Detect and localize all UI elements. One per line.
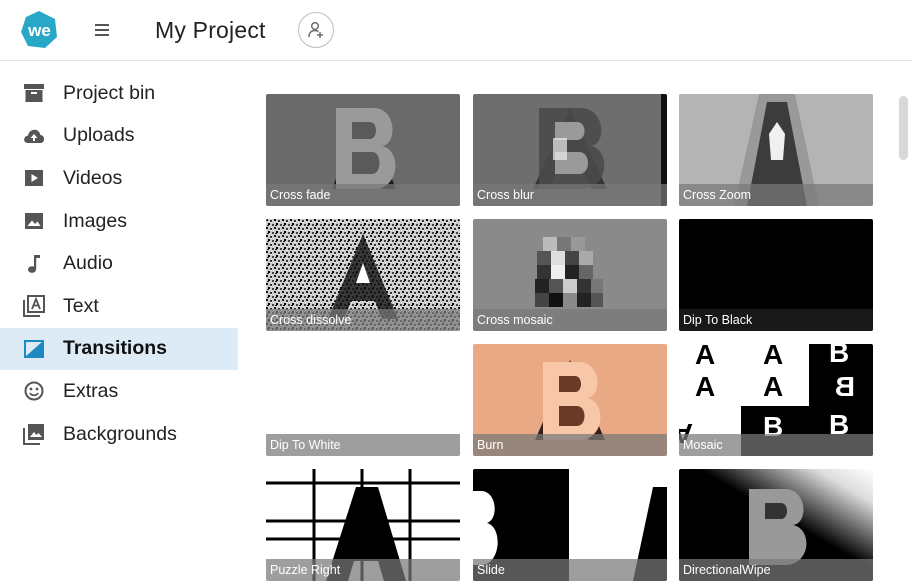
sidebar-item-label: Images <box>63 209 127 232</box>
transition-tile-puzzle-right[interactable]: Puzzle Right <box>266 469 460 581</box>
transition-label: Dip To Black <box>679 309 873 331</box>
sidebar-item-label: Transitions <box>63 337 168 360</box>
smiley-icon <box>22 379 46 403</box>
transition-label: Cross dissolve <box>266 309 460 331</box>
logo[interactable]: we <box>19 10 60 50</box>
transition-tile-dip-to-white[interactable]: Dip To White <box>266 344 460 456</box>
add-user-icon <box>308 22 323 38</box>
transition-label: Cross fade <box>266 184 460 206</box>
sidebar-item-audio[interactable]: Audio <box>0 242 238 285</box>
transition-tile-burn[interactable]: Burn <box>473 344 667 456</box>
transition-label: Cross blur <box>473 184 667 206</box>
image-icon <box>22 209 46 233</box>
transition-label: Puzzle Right <box>266 559 460 581</box>
svg-text:B: B <box>829 344 849 368</box>
transition-label: DirectionalWipe <box>679 559 873 581</box>
sidebar-item-uploads[interactable]: Uploads <box>0 115 238 158</box>
sidebar-item-label: Text <box>63 294 99 317</box>
transition-label: Dip To White <box>266 434 460 456</box>
sidebar-item-label: Videos <box>63 166 123 189</box>
transition-icon <box>22 337 46 361</box>
add-collaborator-button[interactable] <box>298 12 334 48</box>
sidebar-item-label: Extras <box>63 379 119 402</box>
transition-tile-cross-zoom[interactable]: Cross Zoom <box>679 94 873 206</box>
scrollbar-thumb[interactable] <box>899 96 908 160</box>
project-title[interactable]: My Project <box>155 17 266 44</box>
video-play-icon <box>22 166 46 190</box>
sidebar-item-videos[interactable]: Videos <box>0 157 238 200</box>
svg-text:A: A <box>763 344 783 370</box>
transition-tile-slide[interactable]: Slide <box>473 469 667 581</box>
transition-tile-mosaic[interactable]: A A A A A B B B B Mosaic <box>679 344 873 456</box>
transition-tile-cross-blur[interactable]: Cross blur <box>473 94 667 206</box>
sidebar-item-images[interactable]: Images <box>0 200 238 243</box>
music-note-icon <box>22 252 46 276</box>
transition-tile-cross-mosaic[interactable]: Cross mosaic <box>473 219 667 331</box>
transition-tile-directional-wipe[interactable]: DirectionalWipe <box>679 469 873 581</box>
logo-text: we <box>27 21 51 40</box>
sidebar-item-label: Uploads <box>63 124 135 147</box>
sidebar-item-transitions[interactable]: Transitions <box>0 327 238 371</box>
background-icon <box>22 422 46 446</box>
text-icon <box>22 294 46 318</box>
transition-label: Mosaic <box>679 434 873 456</box>
cloud-upload-icon <box>22 124 46 148</box>
transition-label: Cross mosaic <box>473 309 667 331</box>
transition-label: Burn <box>473 434 667 456</box>
svg-text:B: B <box>835 371 855 402</box>
svg-text:A: A <box>763 371 783 402</box>
sidebar-item-label: Backgrounds <box>63 422 177 445</box>
transition-tile-cross-fade[interactable]: Cross fade <box>266 94 460 206</box>
menu-icon[interactable] <box>91 18 113 42</box>
svg-text:A: A <box>695 371 715 402</box>
svg-text:A: A <box>695 344 715 370</box>
sidebar-item-label: Project bin <box>63 81 156 104</box>
transition-tile-dip-to-black[interactable]: Dip To Black <box>679 219 873 331</box>
sidebar-item-backgrounds[interactable]: Backgrounds <box>0 413 238 456</box>
archive-box-icon <box>22 81 46 105</box>
transition-label: Slide <box>473 559 667 581</box>
sidebar-item-label: Audio <box>63 252 113 275</box>
transition-label: Cross Zoom <box>679 184 873 206</box>
sidebar-item-extras[interactable]: Extras <box>0 370 238 413</box>
sidebar-item-project-bin[interactable]: Project bin <box>0 72 238 115</box>
app-header: we My Project <box>0 0 912 61</box>
sidebar-item-text[interactable]: Text <box>0 285 238 328</box>
sidebar: Project bin Uploads Videos Images Audio … <box>0 72 238 455</box>
transition-tile-cross-dissolve[interactable]: Cross dissolve <box>266 219 460 331</box>
